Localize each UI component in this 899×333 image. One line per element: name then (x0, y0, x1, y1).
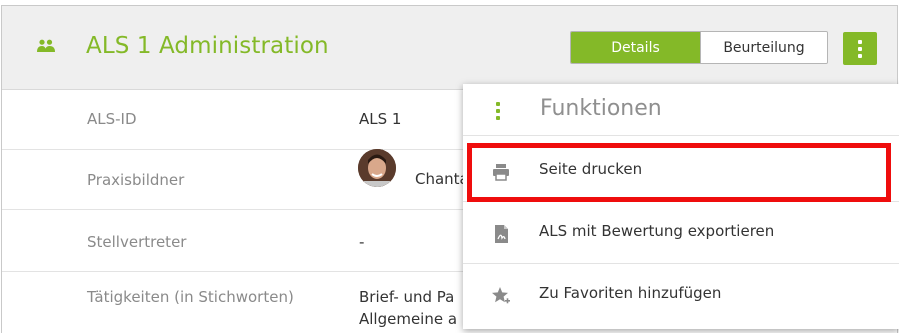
page-title: ALS 1 Administration (86, 33, 329, 59)
row-label: Tätigkeiten (in Stichworten) (87, 288, 294, 306)
vertical-dots-icon (496, 102, 500, 120)
tab-details[interactable]: Details (571, 32, 700, 63)
row-value: Brief- und Pa (359, 288, 455, 306)
dropdown-header: Funktionen (463, 84, 899, 136)
menu-item-export[interactable]: ALS mit Bewertung exportieren (463, 202, 899, 264)
avatar (358, 149, 396, 187)
panel-header: ALS 1 Administration Details Beurteilung (2, 6, 897, 90)
menu-item-label: ALS mit Bewertung exportieren (539, 222, 775, 240)
menu-item-label: Zu Favoriten hinzufügen (539, 284, 722, 302)
dropdown-title: Funktionen (540, 96, 662, 121)
row-label: ALS-ID (87, 110, 137, 128)
vertical-dots-icon (858, 39, 862, 44)
row-label: Praxisbildner (87, 171, 185, 189)
row-value: ALS 1 (359, 110, 402, 128)
users-icon (37, 39, 55, 52)
menu-item-favorite[interactable]: Zu Favoriten hinzufügen (463, 264, 899, 326)
tab-beurteilung[interactable]: Beurteilung (700, 32, 827, 63)
row-value: - (359, 233, 365, 251)
view-toggle: Details Beurteilung (570, 31, 828, 64)
row-value: Chanta (415, 170, 469, 188)
pdf-document-icon (495, 225, 508, 243)
row-value: Allgemeine a (359, 310, 458, 328)
row-label: Stellvertreter (87, 233, 187, 251)
star-add-icon (492, 287, 510, 304)
functions-dropdown: Funktionen Seite drucken ALS mit Bewertu… (463, 84, 899, 329)
more-menu-button[interactable] (843, 32, 877, 65)
highlight-box (467, 143, 891, 202)
